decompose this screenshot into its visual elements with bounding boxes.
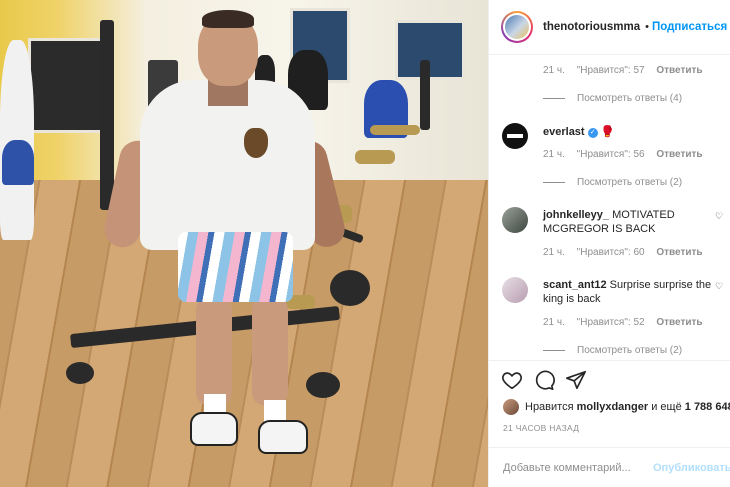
author-avatar[interactable] [501, 11, 533, 43]
comment-bubble-icon[interactable] [533, 369, 555, 391]
divider-line [543, 182, 565, 183]
bench-wheel [66, 362, 94, 384]
comment-body: everlast ✓ 🥊 [543, 125, 713, 139]
likes-suffix: и ещё [651, 401, 682, 413]
comment-likes[interactable]: "Нравится": 56 [577, 149, 645, 160]
comment-meta: 21 ч. "Нравится": 52 Ответить [543, 317, 712, 328]
post-sidebar: thenotoriousmma • Подписаться 21 ч. "Нра… [488, 0, 730, 487]
man-leg [252, 296, 288, 406]
header-separator: • [645, 21, 649, 33]
reply-button[interactable]: Ответить [656, 149, 702, 160]
cable-machine [420, 60, 430, 130]
divider-line [543, 350, 565, 351]
reply-button[interactable]: Ответить [656, 65, 702, 76]
cable-machine [100, 20, 114, 210]
post-actions: Нравится mollyxdanger и ещё 1 788 648 21… [489, 360, 730, 487]
comment-like-heart-icon[interactable]: ♡ [715, 211, 723, 222]
like-heart-icon[interactable] [501, 369, 523, 391]
likes-count[interactable]: 1 788 648 [685, 401, 730, 413]
comment-avatar[interactable] [502, 207, 528, 233]
man-leg [196, 296, 232, 406]
view-replies[interactable]: Посмотреть ответы (4) [543, 93, 682, 104]
comment-body: johnkelleyy_ MOTIVATED MCGREGOR IS BACK [543, 208, 713, 236]
verified-badge-icon: ✓ [587, 128, 598, 138]
comment-like-heart-icon[interactable]: ♡ [715, 281, 723, 292]
man-shoe [258, 420, 308, 454]
comment-username[interactable]: scant_ant12 [543, 279, 607, 291]
comment-time: 21 ч. [543, 149, 565, 160]
comment-input[interactable] [503, 462, 645, 474]
comment-likes[interactable]: "Нравится": 52 [577, 317, 645, 328]
view-replies-label[interactable]: Посмотреть ответы (2) [577, 177, 682, 188]
bench-seat [355, 150, 395, 164]
dumbbell-plate [330, 270, 370, 306]
reply-button[interactable]: Ответить [656, 317, 702, 328]
comments-list[interactable]: 21 ч. "Нравится": 57 Ответить Посмотреть… [489, 55, 730, 360]
man-shoe [190, 412, 238, 446]
bench-seat [370, 125, 420, 135]
post-time-ago[interactable]: 21 ЧАСОВ НАЗАД [503, 423, 579, 433]
liker-avatar[interactable] [503, 399, 519, 415]
share-send-icon[interactable] [565, 369, 587, 391]
comment-meta: 21 ч. "Нравится": 57 Ответить [543, 65, 712, 76]
author-username[interactable]: thenotoriousmma [543, 21, 640, 33]
likes-summary: Нравится mollyxdanger и ещё 1 788 648 [503, 399, 730, 415]
gym-mirror [28, 38, 108, 133]
comment-username[interactable]: everlast [543, 126, 585, 138]
comment-time: 21 ч. [543, 247, 565, 258]
comment-meta: 21 ч. "Нравится": 60 Ответить [543, 247, 712, 258]
publish-button[interactable]: Опубликовать [653, 462, 730, 474]
follow-button[interactable]: Подписаться [652, 21, 727, 33]
comment-time: 21 ч. [543, 65, 565, 76]
comment-meta: 21 ч. "Нравится": 56 Ответить [543, 149, 712, 160]
post-header: thenotoriousmma • Подписаться [489, 0, 730, 55]
comment-avatar[interactable] [502, 123, 528, 149]
add-comment-bar: Опубликовать [489, 447, 730, 487]
background-person-shorts [2, 140, 34, 185]
comment-likes[interactable]: "Нравится": 57 [577, 65, 645, 76]
man-shorts [178, 232, 293, 302]
comment-likes[interactable]: "Нравится": 60 [577, 247, 645, 258]
view-replies-label[interactable]: Посмотреть ответы (4) [577, 93, 682, 104]
bench-wheel [306, 372, 340, 398]
reply-button[interactable]: Ответить [656, 247, 702, 258]
comment-body: scant_ant12 Surprise surprise the king i… [543, 278, 713, 306]
man-hair [202, 10, 254, 28]
view-replies[interactable]: Посмотреть ответы (2) [543, 177, 682, 188]
liker-username[interactable]: mollyxdanger [577, 401, 649, 413]
gym-window [395, 20, 465, 80]
view-replies[interactable]: Посмотреть ответы (2) [543, 345, 682, 356]
comment-time: 21 ч. [543, 317, 565, 328]
view-replies-label[interactable]: Посмотреть ответы (2) [577, 345, 682, 356]
comment-avatar[interactable] [502, 277, 528, 303]
everlast-logo-icon [507, 134, 523, 138]
likes-prefix: Нравится [525, 401, 574, 413]
shirt-crest [244, 128, 268, 158]
divider-line [543, 98, 565, 99]
comment-emoji: 🥊 [600, 126, 615, 138]
comment-username[interactable]: johnkelleyy_ [543, 209, 609, 221]
post-photo[interactable] [0, 0, 488, 487]
